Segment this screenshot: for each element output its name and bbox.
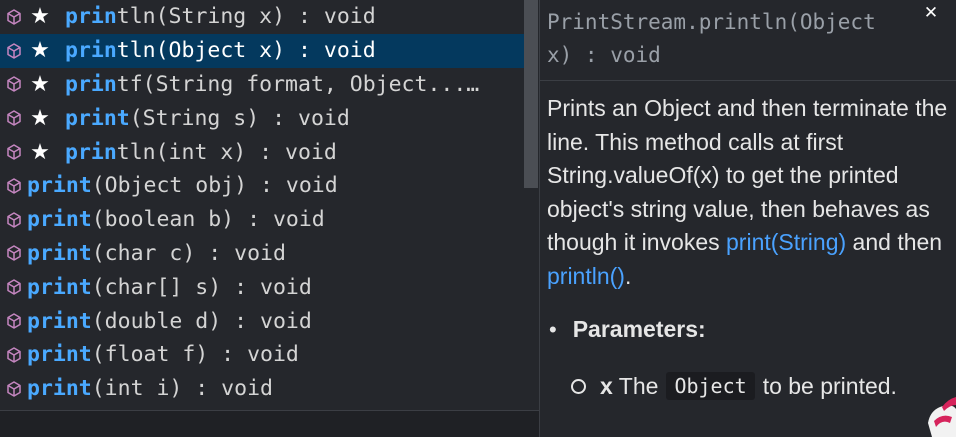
- suggestion-label: print(char[] s) : void: [27, 275, 312, 300]
- bullet-icon: •: [549, 316, 557, 342]
- param-text-before: The: [618, 372, 659, 399]
- doc-text-2: and then: [846, 229, 943, 255]
- match-highlight: print: [65, 105, 130, 131]
- match-highlight: print: [27, 308, 92, 334]
- suggestion-item[interactable]: print(int i) : void: [0, 372, 538, 406]
- suggestion-item[interactable]: print(Object obj) : void: [0, 169, 538, 203]
- suggestion-item[interactable]: print(char[] s) : void: [0, 270, 538, 304]
- suggestion-item[interactable]: print(float f) : void: [0, 338, 538, 372]
- star-icon: ★: [30, 38, 50, 64]
- suggestion-list: ★ println(String x) : void ★ println(Object…: [0, 0, 538, 410]
- suggestion-item[interactable]: print(boolean b) : void: [0, 203, 538, 237]
- suggestion-items: ★ println(String x) : void ★ println(Object…: [0, 0, 538, 406]
- param-code: Object: [666, 372, 755, 400]
- suggestion-signature: (Object obj) : void: [91, 173, 338, 199]
- suggestion-label: print(double d) : void: [27, 309, 312, 334]
- method-cube-icon: [4, 379, 24, 399]
- star-icon: ★: [30, 4, 50, 30]
- suggestion-signature: (float f) : void: [91, 342, 299, 368]
- suggestion-signature: (double d) : void: [91, 308, 312, 334]
- match-highlight: print: [27, 207, 92, 233]
- param-name: x: [600, 372, 613, 399]
- suggestion-item[interactable]: ★ print(String s) : void: [0, 101, 538, 135]
- suggestion-label: print(char c) : void: [27, 241, 286, 266]
- match-highlight: prin: [65, 71, 117, 97]
- match-highlight: print: [27, 173, 92, 199]
- star-icon: ★: [30, 105, 50, 131]
- suggestion-item[interactable]: ★ println(int x) : void: [0, 135, 538, 169]
- suggestion-label: println(Object x) : void: [65, 38, 376, 63]
- doc-signature: PrintStream.println(Object x) : void: [547, 10, 876, 67]
- star-icon: ★: [30, 139, 50, 165]
- suggestion-item[interactable]: ★ printf(String format, Object...…: [0, 68, 538, 102]
- doc-description: Prints an Object and then terminate the …: [547, 92, 952, 293]
- parameter-item: x The Object to be printed.: [571, 372, 897, 400]
- doc-text-3: .: [624, 262, 632, 289]
- close-icon[interactable]: ✕: [920, 2, 942, 24]
- parameters-label: Parameters:: [572, 316, 706, 342]
- suggestion-signature: (int i) : void: [91, 376, 273, 402]
- star-icon: ★: [30, 71, 50, 97]
- method-cube-icon: [4, 7, 24, 27]
- match-highlight: print: [27, 376, 92, 402]
- match-highlight: prin: [65, 139, 117, 165]
- suggestion-label: print(boolean b) : void: [27, 207, 325, 232]
- method-cube-icon: [4, 176, 24, 196]
- doc-divider: [540, 80, 956, 81]
- suggestion-label: print(int i) : void: [27, 376, 273, 401]
- param-text-after: to be printed.: [762, 372, 897, 399]
- method-cube-icon: [4, 243, 24, 263]
- suggestion-label: print(float f) : void: [27, 342, 299, 367]
- suggestion-signature: (char c) : void: [91, 240, 286, 266]
- suggestion-signature: tln(String x) : void: [116, 4, 376, 30]
- avatar: [928, 397, 956, 437]
- method-cube-icon: [4, 108, 24, 128]
- suggestion-signature: (boolean b) : void: [91, 207, 325, 233]
- method-cube-icon: [4, 41, 24, 61]
- match-highlight: print: [27, 274, 92, 300]
- suggestion-label: print(Object obj) : void: [27, 173, 338, 198]
- suggestion-signature: tln(int x) : void: [116, 139, 337, 165]
- method-cube-icon: [4, 142, 24, 162]
- match-highlight: print: [27, 240, 92, 266]
- method-cube-icon: [4, 311, 24, 331]
- suggestion-label: print(String s) : void: [65, 106, 350, 131]
- method-cube-icon: [4, 210, 24, 230]
- suggestion-label: println(String x) : void: [65, 4, 376, 29]
- method-cube-icon: [4, 74, 24, 94]
- suggestion-scrollbar[interactable]: [524, 0, 538, 188]
- documentation-panel: PrintStream.println(Object x) : void ✕ P…: [539, 0, 956, 437]
- suggestion-item[interactable]: ★ println(Object x) : void: [0, 33, 538, 68]
- suggestion-label: printf(String format, Object...…: [65, 72, 479, 97]
- method-cube-icon: [4, 277, 24, 297]
- parameters-heading: • Parameters:: [547, 316, 706, 343]
- editor-backdrop: [0, 410, 539, 437]
- suggestion-signature: (char[] s) : void: [91, 274, 312, 300]
- link-println[interactable]: println(): [547, 263, 625, 289]
- match-highlight: print: [27, 342, 92, 368]
- suggestion-label: println(int x) : void: [65, 140, 337, 165]
- suggestion-signature: tln(Object x) : void: [116, 38, 376, 64]
- suggestion-signature: tf(String format, Object...…: [116, 71, 480, 97]
- link-print-string[interactable]: print(String): [726, 229, 846, 255]
- match-highlight: prin: [65, 38, 117, 64]
- match-highlight: prin: [65, 4, 117, 30]
- circle-bullet-icon: [571, 378, 586, 394]
- suggestion-signature: (String s) : void: [129, 105, 350, 131]
- suggestion-item[interactable]: print(double d) : void: [0, 304, 538, 338]
- method-cube-icon: [4, 345, 24, 365]
- suggestion-item[interactable]: print(char c) : void: [0, 237, 538, 271]
- suggestion-item[interactable]: ★ println(String x) : void: [0, 0, 538, 34]
